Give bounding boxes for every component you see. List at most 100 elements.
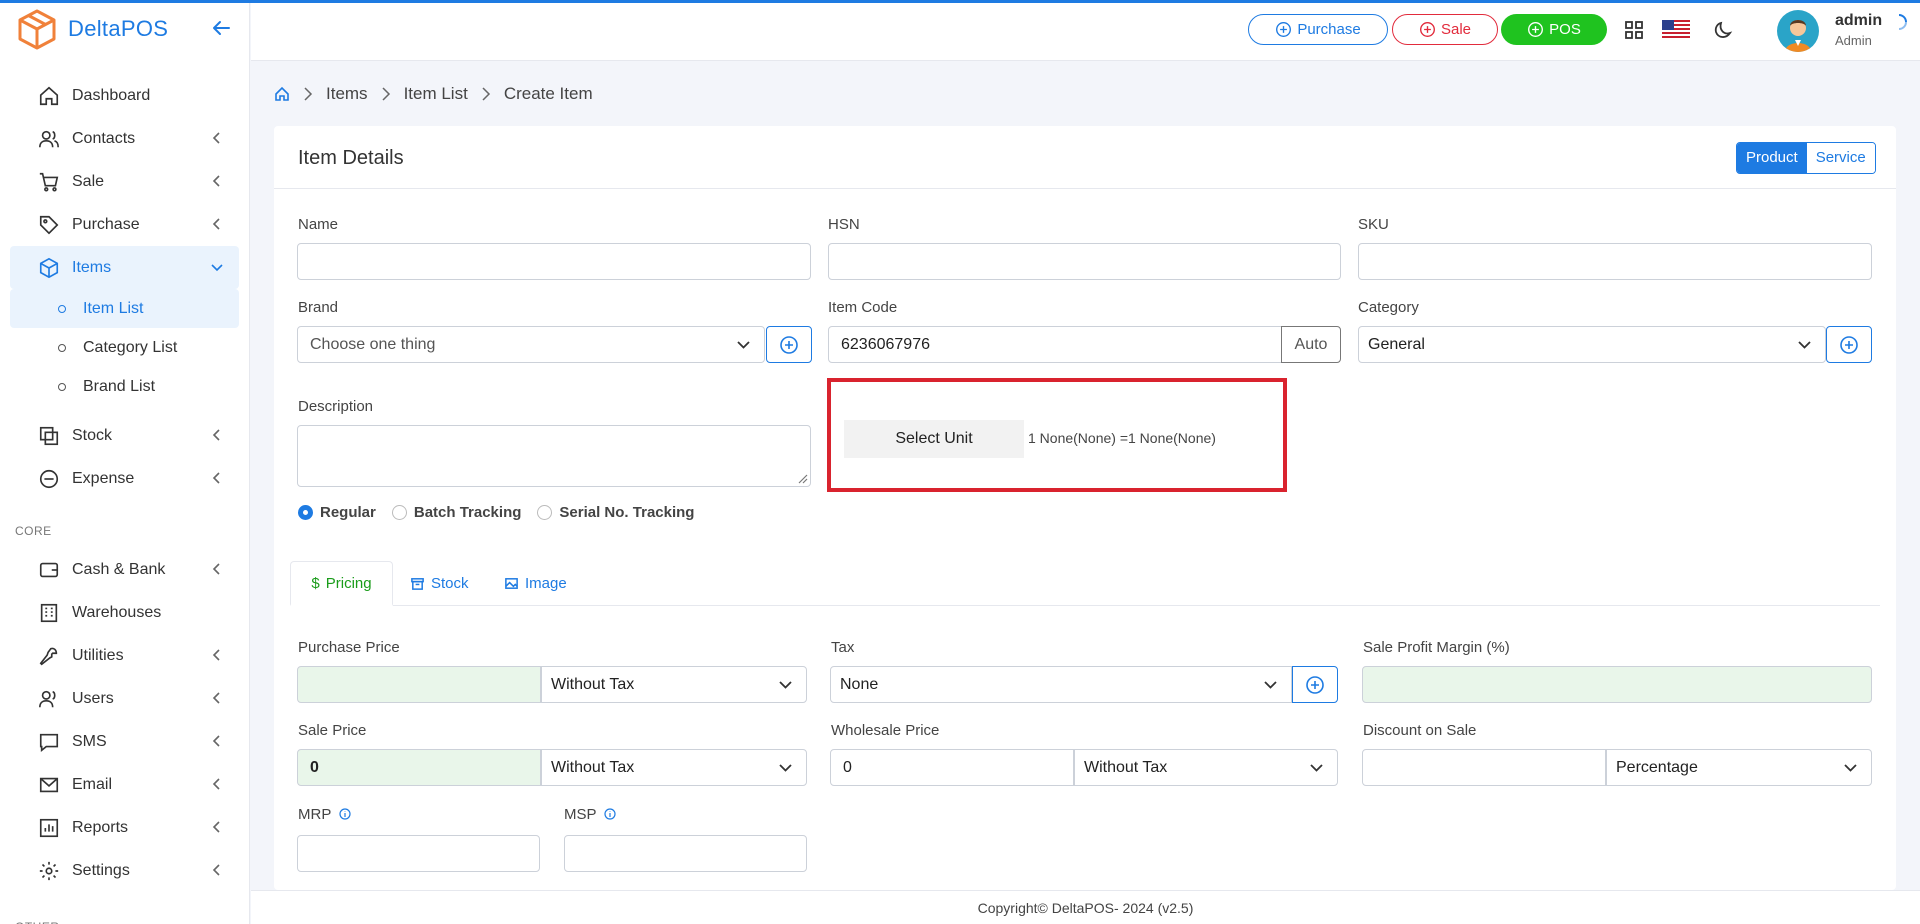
sidebar-item-reports[interactable]: Reports <box>10 806 239 849</box>
auto-code-button[interactable]: Auto <box>1281 326 1341 363</box>
sidebar-subitem-brand-list[interactable]: Brand List <box>10 367 239 406</box>
chevron-down-icon <box>1798 341 1811 349</box>
sidebar-item-warehouses[interactable]: Warehouses <box>10 591 239 634</box>
serial-tracking-radio[interactable] <box>537 505 553 520</box>
home-icon <box>39 86 59 105</box>
item-code-input[interactable]: 6236067976 <box>828 326 1282 363</box>
sidebar-item-stock[interactable]: Stock <box>10 414 239 457</box>
resize-handle-icon[interactable] <box>796 472 808 484</box>
mrp-input[interactable] <box>297 835 540 872</box>
regular-radio-label: Regular <box>320 504 376 521</box>
info-icon[interactable] <box>339 808 351 820</box>
sidebar-item-items[interactable]: Items <box>10 246 239 289</box>
arrow-left-icon[interactable] <box>209 16 233 40</box>
sidebar-item-label: Warehouses <box>72 603 162 621</box>
tab-stock[interactable]: Stock <box>410 561 469 606</box>
purchase-tax-value: Without Tax <box>551 675 635 693</box>
sidebar-item-label: Settings <box>72 861 130 879</box>
sidebar-item-expense[interactable]: Expense <box>10 457 239 500</box>
purchase-tax-select[interactable]: Without Tax <box>541 666 807 703</box>
sale-button[interactable]: Sale <box>1392 14 1498 45</box>
info-icon[interactable] <box>604 808 617 820</box>
sidebar-item-sms[interactable]: SMS <box>10 720 239 763</box>
tab-pricing[interactable]: $ Pricing <box>290 561 393 606</box>
sidebar-subitem-item-list[interactable]: Item List <box>10 289 239 328</box>
wholesale-tax-select[interactable]: Without Tax <box>1074 749 1338 786</box>
tax-select[interactable]: None <box>830 666 1292 703</box>
name-input[interactable] <box>297 243 811 280</box>
hsn-input[interactable] <box>828 243 1341 280</box>
sale-tax-select[interactable]: Without Tax <box>541 749 807 786</box>
batch-tracking-label: Batch Tracking <box>413 504 522 521</box>
pos-button[interactable]: POS <box>1501 14 1607 45</box>
avatar[interactable] <box>1777 10 1819 52</box>
brand-select[interactable]: Choose one thing <box>297 326 765 363</box>
chevron-left-icon <box>212 649 220 661</box>
serial-tracking-label: Serial No. Tracking <box>559 504 695 521</box>
mail-icon <box>39 777 59 792</box>
sidebar-item-label: Users <box>72 689 114 707</box>
discount-input[interactable] <box>1362 749 1606 786</box>
msp-input[interactable] <box>564 835 807 872</box>
home-icon[interactable] <box>274 86 290 102</box>
sidebar-item-sale[interactable]: Sale <box>10 160 239 203</box>
category-select[interactable]: General <box>1358 326 1826 363</box>
chevron-right-icon <box>304 87 313 101</box>
purchase-button[interactable]: Purchase <box>1248 14 1388 45</box>
purchase-price-input[interactable] <box>297 666 541 703</box>
add-tax-button[interactable] <box>1292 666 1338 703</box>
moon-icon[interactable] <box>1713 19 1735 41</box>
item-tabs: $ Pricing Stock Image <box>290 561 1880 606</box>
product-toggle[interactable]: Product <box>1737 143 1807 173</box>
brand[interactable]: DeltaPOS <box>0 0 249 58</box>
top-header: Purchase Sale POS admin Admin <box>251 3 1920 61</box>
copyright-text: Copyright© DeltaPOS- 2024 (v2.5) <box>977 900 1194 916</box>
sidebar-item-settings[interactable]: Settings <box>10 849 239 892</box>
sidebar-item-contacts[interactable]: Contacts <box>10 117 239 160</box>
gear-icon <box>39 861 59 880</box>
sidebar-item-users[interactable]: Users <box>10 677 239 720</box>
breadcrumb-item-list[interactable]: Item List <box>404 84 468 104</box>
user-name: admin <box>1835 12 1883 29</box>
sidebar-nav: Dashboard Contacts Sale Purchase Items I… <box>0 58 249 924</box>
wholesale-price-input[interactable]: 0 <box>830 749 1074 786</box>
service-toggle[interactable]: Service <box>1806 143 1875 173</box>
footer: Copyright© DeltaPOS- 2024 (v2.5) <box>251 890 1920 924</box>
us-flag-icon[interactable] <box>1662 20 1690 40</box>
user-avatar-icon <box>1785 20 1811 52</box>
sidebar-item-purchase[interactable]: Purchase <box>10 203 239 246</box>
sidebar-item-email[interactable]: Email <box>10 763 239 806</box>
wholesale-tax-value: Without Tax <box>1084 758 1168 776</box>
sale-profit-margin-input[interactable] <box>1362 666 1872 703</box>
sidebar-subitem-category-list[interactable]: Category List <box>10 328 239 367</box>
chevron-left-icon <box>212 692 220 704</box>
users-icon <box>39 690 56 707</box>
chevron-left-icon <box>212 175 220 187</box>
mrp-label-text: MRP <box>298 806 332 823</box>
tab-stock-label: Stock <box>431 575 469 592</box>
sidebar-item-dashboard[interactable]: Dashboard <box>10 74 239 117</box>
tab-image[interactable]: Image <box>504 561 567 606</box>
breadcrumb-items[interactable]: Items <box>326 84 368 104</box>
regular-radio[interactable] <box>298 505 313 520</box>
tax-select-value: None <box>840 675 879 693</box>
sale-button-label: Sale <box>1440 21 1472 38</box>
discount-type-select[interactable]: Percentage <box>1606 749 1872 786</box>
discount-type-value: Percentage <box>1616 758 1698 776</box>
sidebar-item-cash-bank[interactable]: Cash & Bank <box>10 548 239 591</box>
add-brand-button[interactable] <box>766 326 812 363</box>
sidebar-item-utilities[interactable]: Utilities <box>10 634 239 677</box>
sale-price-input[interactable]: 0 <box>297 749 541 786</box>
add-category-button[interactable] <box>1826 326 1872 363</box>
sku-input[interactable] <box>1358 243 1872 280</box>
select-unit-button[interactable]: Select Unit <box>844 420 1024 458</box>
chevron-left-icon <box>212 218 220 230</box>
chevron-down-icon <box>211 264 223 272</box>
wholesale-price-label: Wholesale Price <box>831 722 940 739</box>
batch-tracking-radio[interactable] <box>391 505 407 520</box>
bullet-icon <box>58 304 66 313</box>
sku-label: SKU <box>1358 216 1389 233</box>
plus-circle-icon <box>1420 22 1435 37</box>
apps-grid-icon[interactable] <box>1623 19 1645 41</box>
description-textarea[interactable] <box>297 425 811 487</box>
